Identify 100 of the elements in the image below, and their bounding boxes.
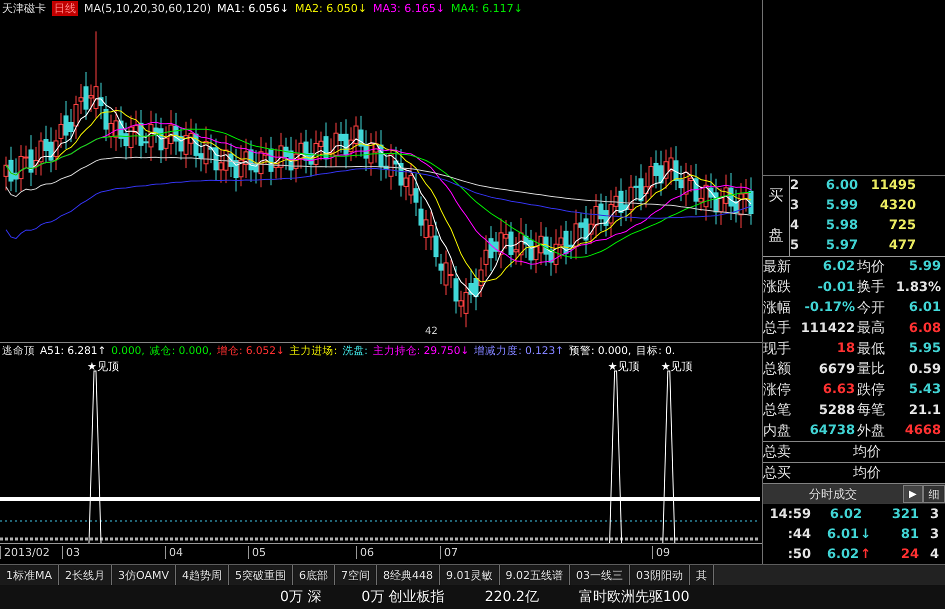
formula-tab[interactable]: 3仿OAMV (112, 565, 176, 586)
quote-value: 6.01 (908, 300, 941, 316)
quote-value: 1.83% (894, 280, 941, 295)
indicator-value: 预警: 0.000, (568, 344, 632, 358)
ticks-title: 分时成交 (808, 486, 858, 503)
quote-label: 内盘 (763, 422, 792, 440)
quote-label: 外盘 (856, 422, 886, 440)
bid-price: 5.98 (824, 218, 858, 234)
date-label: 06 (356, 546, 374, 559)
quote-value: 6.08 (908, 320, 941, 336)
ma-value: MA3: 6.165↓ (372, 2, 445, 14)
bid-volume: 725 (888, 218, 916, 234)
indicator-value: 增仓: 6.052↓ (216, 344, 285, 358)
signal-label: ★见顶 (660, 359, 693, 374)
tick-arrow: ↑ (860, 546, 871, 562)
quote-label: 均价 (856, 258, 886, 276)
quote-label: 涨停 (763, 380, 792, 399)
indicator-name: 逃命顶 (2, 344, 35, 358)
date-label: 03 (62, 546, 80, 559)
signal-label: ★见顶 (87, 359, 119, 374)
formula-tab[interactable]: 4趋势周 (176, 565, 230, 586)
stock-name: 天津磁卡 (2, 0, 46, 16)
date-label: 04 (165, 546, 183, 559)
date-label: 07 (440, 546, 458, 559)
period-label: 日线 (52, 0, 78, 16)
level-index: 5 (790, 238, 800, 254)
tick-count: 4 (928, 546, 939, 562)
quote-label: 涨幅 (763, 298, 792, 317)
quote-label: 总额 (763, 360, 792, 378)
quote-label: 现手 (763, 340, 792, 358)
tick-arrow: ↓ (860, 526, 871, 542)
level-index: 2 (790, 178, 800, 194)
tick-price: 6.02 (830, 506, 862, 522)
total-label: 总卖 (763, 443, 792, 462)
quote-label: 最高 (856, 319, 886, 338)
average-label: 均价 (853, 443, 882, 462)
quote-value: 64738 (808, 423, 855, 438)
formula-tab[interactable]: 9.02五线谱 (500, 565, 570, 586)
bid-volume: 11495 (870, 178, 916, 194)
formula-tab[interactable]: 1标准MA (0, 565, 60, 586)
quote-value: 5.99 (908, 259, 941, 274)
signal-label: ★见顶 (608, 359, 640, 374)
quote-value: 5.95 (908, 341, 941, 356)
formula-tab[interactable]: 6底部 (293, 565, 336, 586)
formula-tab[interactable]: 7空间 (335, 565, 378, 586)
formula-tab[interactable]: 03一线三 (570, 565, 630, 586)
formula-tab[interactable]: 03阴阳动 (630, 565, 690, 586)
status-text: 0万 深 (280, 588, 322, 606)
status-text: 220.2亿 (484, 588, 539, 606)
quote-value: 5.43 (908, 382, 941, 398)
status-text: 0万 创业板指 (361, 588, 445, 606)
average-label: 均价 (853, 464, 882, 482)
quote-value: -0.17% (804, 300, 855, 316)
indicator-value: 主力进场: (290, 344, 338, 358)
side-label: 盘 (768, 226, 784, 246)
quote-value: 0.59 (908, 362, 941, 377)
ma-params: MA(5,10,20,30,60,120) (84, 2, 212, 14)
tick-price: 6.01 (827, 526, 860, 542)
ma-value: MA2: 6.050↓ (295, 2, 367, 14)
indicator-value: 减仓: 0.000, (150, 344, 212, 358)
tick-volume: 81 (900, 526, 919, 542)
quote-value: 6.63 (822, 382, 855, 398)
formula-tab[interactable]: 2长线月 (59, 565, 112, 586)
quote-label: 最新 (763, 258, 792, 276)
quote-label: 今开 (856, 298, 886, 317)
next-button[interactable]: ▶ (903, 485, 923, 504)
quote-label: 最低 (856, 340, 886, 358)
formula-tab[interactable]: 其 (690, 565, 714, 586)
quote-value: 6679 (818, 362, 855, 377)
level-index: 4 (790, 218, 800, 234)
formula-tab[interactable]: 5突破重围 (229, 565, 294, 586)
level-index: 3 (790, 198, 800, 214)
indicator-value: A51: 6.281↑ (40, 345, 106, 357)
bid-volume: 4320 (878, 198, 916, 214)
date-label: 09 (652, 546, 670, 559)
date-label: 05 (248, 546, 266, 559)
quote-value: 111422 (800, 320, 855, 336)
total-label: 总买 (763, 464, 792, 482)
indicator-value: 主力持仓: 29.750↓ (372, 344, 470, 358)
tick-count: 3 (928, 526, 939, 542)
zoom-label: 42 (425, 326, 438, 337)
quote-label: 换手 (856, 278, 886, 296)
quote-label: 涨跌 (763, 278, 792, 296)
bid-price: 6.00 (824, 178, 858, 194)
detail-button[interactable]: 细 (923, 485, 945, 504)
tick-price: 6.02 (827, 546, 860, 562)
tick-count: 3 (928, 506, 939, 522)
quote-label: 每笔 (856, 401, 886, 420)
quote-value: -0.01 (816, 280, 855, 295)
tick-time: :44 (786, 526, 811, 542)
quote-label: 量比 (856, 360, 886, 378)
bid-volume: 477 (888, 238, 916, 254)
indicator-value: 增减力度: 0.123↑ (474, 344, 564, 358)
quote-value: 21.1 (908, 402, 941, 418)
formula-tab[interactable]: 8经典448 (377, 565, 440, 586)
indicator-value: 0.000, (111, 345, 145, 357)
status-text: 富时欧洲先驱100 (578, 588, 690, 606)
quote-value: 4668 (904, 423, 941, 438)
bid-price: 5.99 (824, 198, 858, 214)
formula-tab[interactable]: 9.01灵敏 (440, 565, 500, 586)
